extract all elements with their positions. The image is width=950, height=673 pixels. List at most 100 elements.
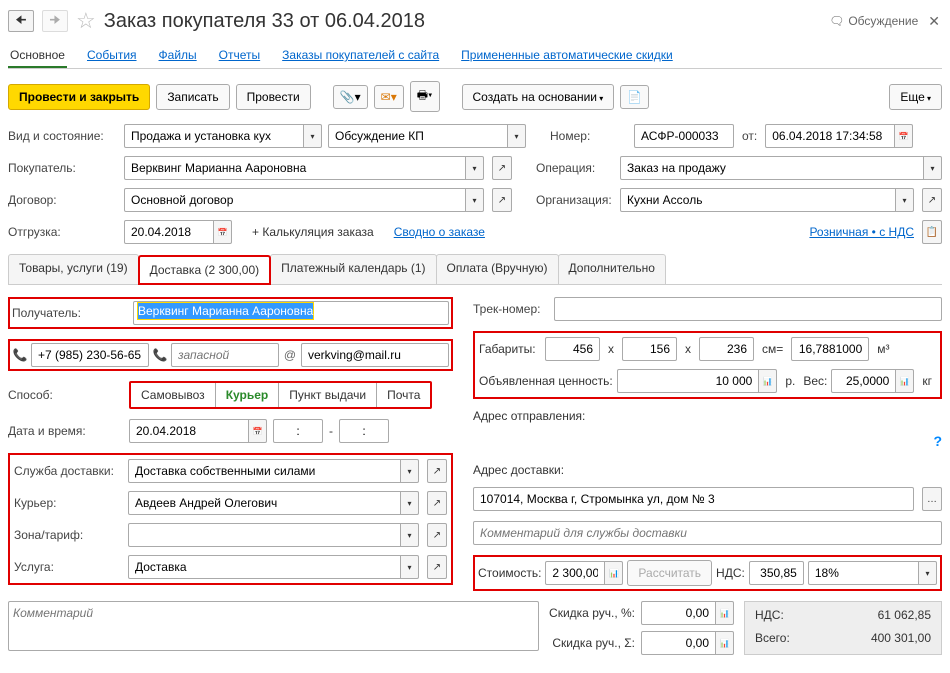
item-dropdown-icon[interactable]: ▾ <box>401 555 419 579</box>
favorite-star-icon[interactable]: ☆ <box>76 8 96 34</box>
create-based-button[interactable]: Создать на основании <box>462 84 615 110</box>
post-button[interactable]: Провести <box>236 84 311 110</box>
dim-d-field[interactable] <box>699 337 754 361</box>
close-icon[interactable]: ✕ <box>926 13 942 30</box>
courier-open-icon[interactable]: ↗ <box>427 491 447 515</box>
date-calendar-icon[interactable]: 📅 <box>895 124 913 148</box>
tab-delivery[interactable]: Доставка (2 300,00) <box>138 255 272 285</box>
time-from-field[interactable] <box>273 419 323 443</box>
disc-pct-calc-icon[interactable]: 📊 <box>716 601 734 625</box>
courier-dropdown-icon[interactable]: ▾ <box>401 491 419 515</box>
shipment-calendar-icon[interactable]: 📅 <box>214 220 232 244</box>
nav-forward-button[interactable]: 🠊 <box>42 10 68 32</box>
item-open-icon[interactable]: ↗ <box>427 555 447 579</box>
tab-payment-calendar[interactable]: Платежный календарь (1) <box>270 254 436 284</box>
seg-point[interactable]: Пункт выдачи <box>279 383 377 407</box>
zone-dropdown-icon[interactable]: ▾ <box>401 523 419 547</box>
comment-field[interactable] <box>8 601 539 651</box>
service-dropdown-icon[interactable]: ▾ <box>401 459 419 483</box>
nav-tab-auto-discounts[interactable]: Примененные автоматические скидки <box>459 44 675 68</box>
phone2-field[interactable] <box>171 343 279 367</box>
buyer-field[interactable] <box>124 156 466 180</box>
time-to-field[interactable] <box>339 419 389 443</box>
help-icon[interactable]: ? <box>473 433 942 449</box>
track-label: Трек-номер: <box>473 302 548 316</box>
seg-post[interactable]: Почта <box>377 383 430 407</box>
number-field[interactable] <box>634 124 734 148</box>
dim-w-field[interactable] <box>545 337 600 361</box>
operation-dropdown-icon[interactable]: ▾ <box>924 156 942 180</box>
zone-field[interactable] <box>128 523 401 547</box>
buyer-dropdown-icon[interactable]: ▾ <box>466 156 484 180</box>
email-button[interactable]: ✉▾ <box>374 85 404 109</box>
post-close-button[interactable]: Провести и закрыть <box>8 84 150 110</box>
phone1-field[interactable] <box>31 343 149 367</box>
state-field[interactable] <box>328 124 508 148</box>
cost-calc-icon[interactable]: 📊 <box>605 561 623 585</box>
weight-calc-icon[interactable]: 📊 <box>896 369 914 393</box>
report-button[interactable]: 📄 <box>620 85 649 109</box>
nav-tab-main[interactable]: Основное <box>8 44 67 68</box>
nav-tab-events[interactable]: События <box>85 44 139 68</box>
nav-tab-site-orders[interactable]: Заказы покупателей с сайта <box>280 44 441 68</box>
decl-val-field[interactable] <box>617 369 760 393</box>
tab-extra[interactable]: Дополнительно <box>558 254 666 284</box>
org-field[interactable] <box>620 188 896 212</box>
to-addr-field[interactable] <box>473 487 914 511</box>
vat-rate-field[interactable] <box>808 561 919 585</box>
write-button[interactable]: Записать <box>156 84 229 110</box>
item-field[interactable] <box>128 555 401 579</box>
contract-open-icon[interactable]: ↗ <box>492 188 512 212</box>
nav-tab-reports[interactable]: Отчеты <box>217 44 262 68</box>
more-button[interactable]: Еще <box>889 84 942 110</box>
delivery-comment-field[interactable] <box>473 521 942 545</box>
zone-open-icon[interactable]: ↗ <box>427 523 447 547</box>
disc-sum-calc-icon[interactable]: 📊 <box>716 631 734 655</box>
tab-payment[interactable]: Оплата (Вручную) <box>436 254 559 284</box>
seg-pickup[interactable]: Самовывоз <box>131 383 216 407</box>
contract-field[interactable] <box>124 188 466 212</box>
dim-vol-field[interactable] <box>791 337 869 361</box>
kind-field[interactable] <box>124 124 304 148</box>
cost-vat-label: НДС: <box>716 566 745 580</box>
delivery-date-calendar-icon[interactable]: 📅 <box>249 419 267 443</box>
to-addr-edit-icon[interactable]: … <box>922 487 942 511</box>
delivery-date-field[interactable] <box>129 419 249 443</box>
nav-tabs: Основное События Файлы Отчеты Заказы пок… <box>8 44 942 69</box>
print-button[interactable]: 🖶▾ <box>410 81 440 112</box>
nav-back-button[interactable]: 🠈 <box>8 10 34 32</box>
seg-courier[interactable]: Курьер <box>216 383 280 407</box>
retail-vat-link[interactable]: Розничная • с НДС <box>809 225 914 239</box>
decl-calc-icon[interactable]: 📊 <box>759 369 777 393</box>
service-open-icon[interactable]: ↗ <box>427 459 447 483</box>
nav-tab-files[interactable]: Файлы <box>157 44 199 68</box>
retail-vat-icon[interactable]: 📋 <box>922 220 942 244</box>
date-field[interactable] <box>765 124 895 148</box>
contract-dropdown-icon[interactable]: ▾ <box>466 188 484 212</box>
operation-field[interactable] <box>620 156 924 180</box>
vat-rate-dropdown-icon[interactable]: ▾ <box>919 561 937 585</box>
org-open-icon[interactable]: ↗ <box>922 188 942 212</box>
org-dropdown-icon[interactable]: ▾ <box>896 188 914 212</box>
track-field[interactable] <box>554 297 942 321</box>
attach-button[interactable]: 📎▾ <box>333 85 368 109</box>
cost-vat-field[interactable] <box>749 561 804 585</box>
kind-dropdown-icon[interactable]: ▾ <box>304 124 322 148</box>
calc-button[interactable]: Рассчитать <box>627 560 712 586</box>
calc-label: + Калькуляция заказа <box>252 225 374 239</box>
summary-link[interactable]: Сводно о заказе <box>394 225 485 239</box>
discussion-link[interactable]: 🗨 Обсуждение <box>829 14 918 28</box>
email-field[interactable] <box>301 343 449 367</box>
service-field[interactable] <box>128 459 401 483</box>
shipment-date-field[interactable] <box>124 220 214 244</box>
courier-field[interactable] <box>128 491 401 515</box>
cost-field[interactable] <box>545 561 605 585</box>
weight-field[interactable] <box>831 369 896 393</box>
recipient-field[interactable]: Верквинг Марианна Аароновна <box>133 301 449 325</box>
disc-sum-field[interactable] <box>641 631 716 655</box>
dim-h-field[interactable] <box>622 337 677 361</box>
state-dropdown-icon[interactable]: ▾ <box>508 124 526 148</box>
disc-pct-field[interactable] <box>641 601 716 625</box>
buyer-open-icon[interactable]: ↗ <box>492 156 512 180</box>
tab-goods[interactable]: Товары, услуги (19) <box>8 254 139 284</box>
